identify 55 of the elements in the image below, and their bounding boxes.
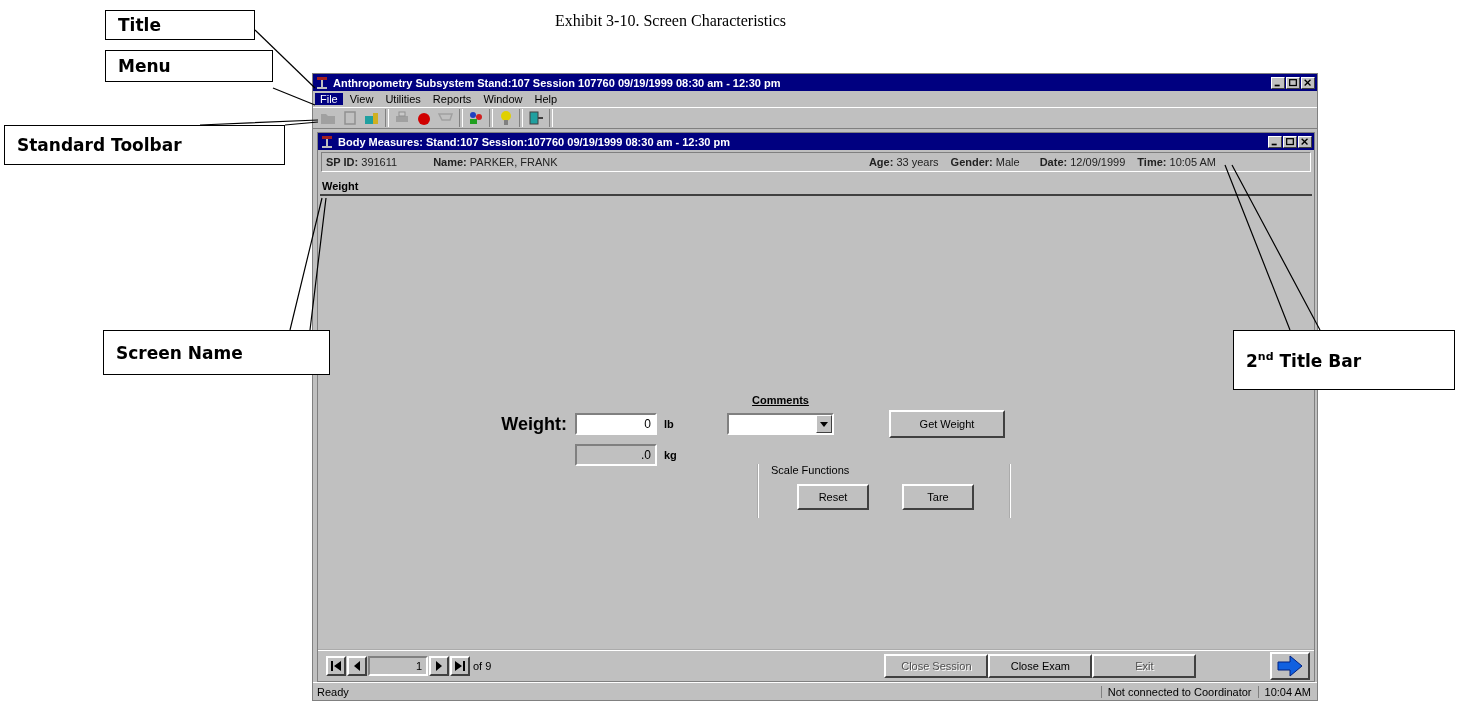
window-title: Anthropometry Subsystem Stand:107 Session 107760 09/19/1999 08:30 am - 12:30 pm [333, 76, 782, 89]
comments-label: Comments [751, 394, 810, 406]
child-window-title: Body Measures: Stand:107 Session:107760 09/19/1999 08:30 am - 12:30 pm [338, 135, 731, 148]
callout-label: 2$^{nd}$ Title Bar [1233, 330, 1455, 390]
patient-info-field: Time: 10:05 AM [1137, 156, 1216, 168]
patient-info-field: Gender: Male [950, 156, 1020, 168]
clipboard-icon[interactable] [341, 109, 359, 127]
menu-item[interactable]: Window [478, 93, 528, 105]
next-arrow-button[interactable] [1270, 652, 1310, 680]
menu-item[interactable]: Reports [427, 93, 477, 105]
callout-label: Screen Name [103, 330, 330, 375]
menu-item[interactable]: View [344, 93, 379, 105]
menu-item[interactable]: Help [529, 93, 563, 105]
weight-label: Weight: [500, 413, 567, 435]
minimize-icon[interactable] [1271, 76, 1285, 89]
patient-info-field: Name: PARKER, FRANK [433, 156, 558, 168]
next-record-icon[interactable] [429, 656, 449, 676]
exam-button[interactable]: Close Exam [988, 654, 1093, 678]
status-text: 10:04 AM [1257, 685, 1317, 698]
get-weight-button[interactable]: Get Weight [889, 410, 1005, 438]
callout-label: Title [105, 10, 255, 40]
minimize-icon[interactable] [1268, 135, 1282, 148]
tare-button[interactable]: Tare [902, 484, 974, 510]
weight-kg-field: .0 [575, 444, 657, 466]
close-icon[interactable] [1301, 76, 1315, 89]
status-text: Not connected to Coordinator [1100, 685, 1258, 698]
first-record-icon[interactable] [326, 656, 346, 676]
record-count: of 9 [473, 660, 492, 672]
app-icon [315, 75, 329, 90]
kg-unit: kg [663, 449, 678, 461]
callout-label: Standard Toolbar [4, 125, 285, 165]
status-text: Ready [316, 685, 350, 698]
record-number-field[interactable]: 1 [368, 656, 428, 676]
lb-unit: lb [663, 418, 675, 430]
exhibit-caption: Exhibit 3-10. Screen Characteristics [555, 11, 788, 31]
exit-door-icon[interactable] [527, 109, 545, 127]
close-icon[interactable] [1298, 135, 1312, 148]
menu-item[interactable]: File [315, 93, 343, 105]
last-record-icon[interactable] [450, 656, 470, 676]
app-icon [320, 134, 334, 149]
scale-functions-label: Scale Functions [771, 464, 851, 476]
maximize-icon[interactable] [1283, 135, 1297, 148]
weight-lb-field[interactable]: 0 [575, 413, 657, 435]
dropdown-arrow-icon [820, 421, 828, 427]
screen-name: Weight [320, 174, 1312, 196]
menu-item[interactable]: Utilities [380, 93, 426, 105]
comments-dropdown[interactable] [727, 413, 834, 435]
reset-button[interactable]: Reset [797, 484, 869, 510]
maximize-icon[interactable] [1286, 76, 1300, 89]
patient-info-field: Age: 33 years [868, 156, 939, 168]
patient-info-field: Date: 12/09/1999 [1039, 156, 1126, 168]
callout-label: Menu [105, 50, 273, 82]
previous-record-icon[interactable] [347, 656, 367, 676]
patient-info-field: SP ID: 391611 [326, 156, 398, 168]
people-icon[interactable] [467, 109, 485, 127]
